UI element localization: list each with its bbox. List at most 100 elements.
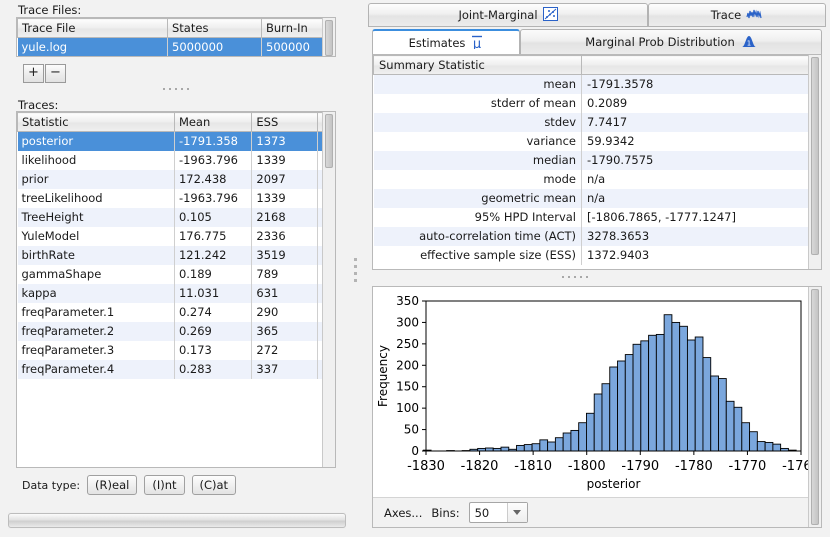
- trace-files-scrollbar[interactable]: [322, 18, 335, 56]
- trace-files-grid: Trace File States Burn-In yule.log 50000…: [17, 18, 335, 56]
- cell-trace-file: yule.log: [17, 37, 168, 56]
- table-row[interactable]: freqParameter.30.173272R: [17, 340, 335, 360]
- scrollbar-thumb[interactable]: [811, 57, 819, 255]
- table-row[interactable]: kappa11.031631R: [17, 283, 335, 303]
- table-row[interactable]: geometric mean n/a: [373, 188, 810, 208]
- histogram-bar: [694, 336, 704, 452]
- tab-joint-marginal[interactable]: Joint-Marginal: [368, 3, 648, 27]
- horizontal-splitter[interactable]: [163, 88, 189, 90]
- table-row[interactable]: likelihood-1963.7961339R: [17, 150, 335, 170]
- histogram-bar: [686, 339, 696, 452]
- column-header-mean[interactable]: Mean: [174, 112, 253, 132]
- splitter-dot: [163, 88, 165, 90]
- chart-panel-scrollbar[interactable]: [808, 287, 821, 527]
- scrollbar-thumb[interactable]: [811, 289, 819, 525]
- chevron-down-icon[interactable]: [506, 503, 527, 522]
- left-panel: Trace Files: Trace File States Burn-In y…: [0, 0, 352, 537]
- tab-marginal-prob-distribution[interactable]: Marginal Prob Distribution 1: [520, 29, 822, 55]
- estimate-value: n/a: [581, 188, 810, 208]
- histogram-bar: [733, 406, 743, 452]
- table-row[interactable]: freqParameter.40.283337R: [17, 359, 335, 379]
- column-header-states[interactable]: States: [167, 18, 262, 38]
- histogram-bar: [624, 354, 634, 452]
- table-row[interactable]: stdev 7.7417: [373, 112, 810, 132]
- estimate-value: 7.7417: [581, 112, 810, 132]
- estimates-scrollbar[interactable]: [808, 55, 821, 269]
- vertical-splitter[interactable]: [348, 0, 364, 537]
- column-header-value[interactable]: [581, 55, 810, 75]
- table-header-row: Statistic Mean ESS ...: [17, 112, 335, 132]
- splitter-dot: [562, 276, 564, 278]
- table-row[interactable]: mode n/a: [373, 169, 810, 189]
- table-row[interactable]: auto-correlation time (ACT) 3278.3653: [373, 226, 810, 246]
- cell-ess: 365: [251, 321, 319, 341]
- cell-mean: 121.242: [174, 245, 253, 265]
- table-row[interactable]: treeLikelihood-1963.7961339R: [17, 188, 335, 208]
- splitter-dot: [181, 88, 183, 90]
- x-axis-tick-label: -1810: [514, 459, 552, 474]
- cell-statistic: birthRate: [17, 245, 175, 265]
- traces-table[interactable]: Statistic Mean ESS ... posterior-1791.35…: [16, 111, 336, 468]
- cell-ess: 290: [251, 302, 319, 322]
- table-row[interactable]: gammaShape0.189789R: [17, 264, 335, 284]
- table-row[interactable]: 95% HPD Interval [-1806.7865, -1777.1247]: [373, 207, 810, 227]
- cell-statistic: freqParameter.4: [17, 359, 175, 379]
- table-row[interactable]: TreeHeight0.1052168R: [17, 207, 335, 227]
- table-row[interactable]: birthRate121.2423519R: [17, 245, 335, 265]
- splitter-dot: [169, 88, 171, 90]
- splitter-dot: [354, 272, 357, 275]
- table-row[interactable]: posterior-1791.3581373R: [17, 131, 335, 151]
- tab-trace[interactable]: Trace: [648, 3, 826, 27]
- trace-files-table[interactable]: Trace File States Burn-In yule.log 50000…: [16, 17, 336, 57]
- table-row[interactable]: yule.log 5000000 500000: [17, 37, 335, 56]
- left-panel-horizontal-scrollbar[interactable]: [8, 512, 346, 529]
- column-header-statistic[interactable]: Statistic: [17, 112, 175, 132]
- cell-mean: 0.173: [174, 340, 253, 360]
- table-row[interactable]: stderr of mean 0.2089: [373, 93, 810, 113]
- scrollbar-thumb[interactable]: [8, 513, 346, 528]
- estimate-value: n/a: [587, 172, 606, 186]
- histogram-bar: [741, 422, 751, 452]
- estimates-body: mean -1791.3578 stderr of mean 0.2089 stdev 7…: [373, 74, 810, 265]
- traces-scrollbar[interactable]: [322, 112, 335, 467]
- axes-button[interactable]: Axes...: [384, 506, 422, 520]
- column-header-trace-file[interactable]: Trace File: [17, 18, 168, 38]
- histogram-bar: [531, 443, 541, 452]
- table-row[interactable]: prior172.4382097R: [17, 169, 335, 189]
- column-header-ess[interactable]: ESS: [251, 112, 319, 132]
- table-row[interactable]: YuleModel176.7752336R: [17, 226, 335, 246]
- table-row[interactable]: effective sample size (ESS) 1372.9403: [373, 245, 810, 265]
- y-axis-tick-label: 300: [396, 315, 419, 329]
- splitter-dot: [354, 265, 357, 268]
- data-type-real-button[interactable]: (R)eal: [87, 475, 138, 495]
- column-header-summary-statistic[interactable]: Summary Statistic: [373, 55, 582, 75]
- splitter-dot: [187, 88, 189, 90]
- estimate-value: 59.9342: [587, 134, 635, 148]
- bins-select[interactable]: 50: [468, 502, 528, 523]
- tab-estimates[interactable]: Estimates μ: [372, 29, 520, 55]
- table-row[interactable]: variance 59.9342: [373, 131, 810, 151]
- data-type-int-button[interactable]: (I)nt: [144, 475, 185, 495]
- cell-mean: -1791.358: [174, 131, 253, 151]
- histogram-bar: [663, 314, 673, 452]
- remove-trace-file-button[interactable]: −: [45, 64, 66, 83]
- y-axis-tick-label: 150: [396, 380, 419, 394]
- add-trace-file-button[interactable]: +: [23, 64, 44, 83]
- table-row[interactable]: freqParameter.20.269365R: [17, 321, 335, 341]
- scrollbar-thumb[interactable]: [325, 20, 333, 56]
- histogram-bar: [547, 441, 556, 452]
- tab-estimates-label: Estimates: [408, 35, 466, 50]
- cell-mean: -1963.796: [174, 150, 253, 170]
- horizontal-splitter[interactable]: [562, 276, 588, 278]
- table-row[interactable]: median -1790.7575: [373, 150, 810, 170]
- table-row[interactable]: mean -1791.3578: [373, 74, 810, 94]
- cell-mean: 0.283: [174, 359, 253, 379]
- scrollbar-thumb[interactable]: [325, 114, 333, 168]
- data-type-cat-button[interactable]: (C)at: [191, 475, 237, 495]
- histogram-bar: [593, 393, 603, 452]
- traces-grid: Statistic Mean ESS ... posterior-1791.35…: [17, 112, 335, 379]
- x-axis-tick-label: -1770: [729, 459, 767, 474]
- histogram-chart[interactable]: 0 50 100 150 200 250 300 350 -1830 -1820 -1810 -180…: [373, 287, 820, 499]
- table-row[interactable]: freqParameter.10.274290R: [17, 302, 335, 322]
- traces-label: Traces:: [18, 98, 59, 112]
